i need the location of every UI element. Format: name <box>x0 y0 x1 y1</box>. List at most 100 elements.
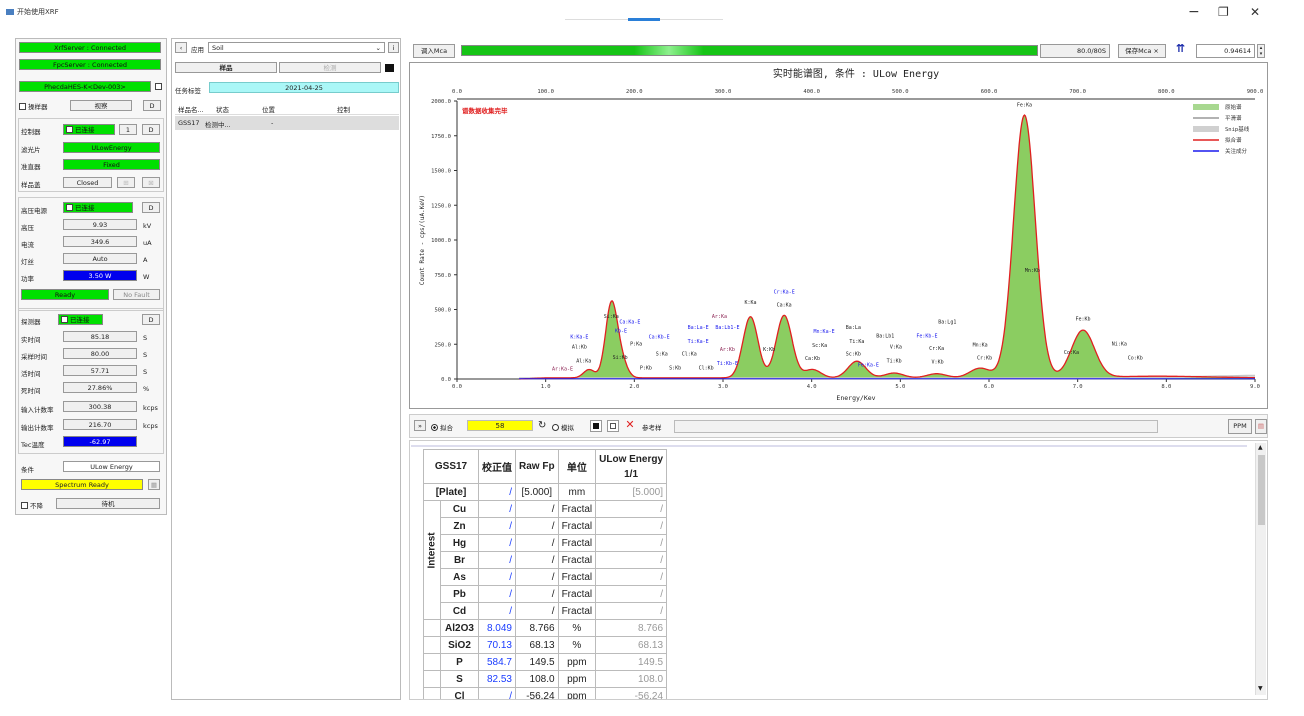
app-info-icon[interactable]: ⅰ <box>388 42 399 53</box>
chart-title: 实时能谱图, 条件 : ULow Energy <box>773 67 939 80</box>
table-row[interactable]: Hg / / Fractal / <box>424 534 668 552</box>
peak-label: K:Ka-E <box>570 335 588 341</box>
spectrum-icon[interactable]: ▦ <box>148 479 160 490</box>
expand-icon[interactable]: » <box>414 420 426 431</box>
corr-header: 校正值 <box>478 449 516 484</box>
col-control[interactable]: 控制 <box>337 104 350 114</box>
output-rate-label: 输出计数率 <box>21 424 54 432</box>
lid-close-button[interactable]: ⊠ <box>142 177 160 188</box>
reference-input[interactable] <box>674 420 1158 433</box>
peak-label: Si:Ka <box>604 314 619 320</box>
table-row[interactable]: Al2O3 8.049 8.766% 8.766 <box>423 619 668 637</box>
condition-value[interactable]: ULow Energy <box>63 461 160 472</box>
scale-input[interactable]: 0.94614 <box>1196 44 1255 58</box>
controller-1-button[interactable]: 1 <box>119 124 137 135</box>
table-row[interactable]: GSS17 检测中... - <box>175 116 399 130</box>
peak-label: Ba:Lb1 <box>876 333 894 339</box>
stop-icon[interactable] <box>385 64 394 72</box>
mode-sim-radio[interactable]: 模拟 <box>552 422 574 432</box>
save-mca-button[interactable]: 保存Mca × <box>1118 44 1166 58</box>
import-mca-button[interactable]: 调入Mca <box>413 44 455 58</box>
legend-label: 平滑谱 <box>1225 114 1242 122</box>
collimator-value[interactable]: Fixed <box>63 159 160 170</box>
table-ruler <box>411 445 1247 447</box>
export-icon[interactable]: ▤ <box>1255 419 1267 434</box>
sampler-label[interactable]: 操样器 <box>19 101 48 111</box>
peak-label: Mn:Kb <box>1025 268 1040 274</box>
x-tick-label: 8.0 <box>1161 384 1171 390</box>
x-tick-label: 2.0 <box>629 384 639 390</box>
table-row[interactable]: Pb / / Fractal / <box>424 585 668 603</box>
task-value[interactable]: 2021-04-25 <box>209 82 399 93</box>
standby-button[interactable]: 待机 <box>56 498 160 509</box>
lid-open-button[interactable]: ⊞ <box>117 177 135 188</box>
x-tick-label: 6.0 <box>984 384 994 390</box>
table-row[interactable]: Br / / Fractal / <box>424 551 668 569</box>
scroll-up-icon[interactable]: ▲ <box>1258 444 1263 451</box>
filter-value[interactable]: ULowEnergy <box>63 142 160 153</box>
tec-temp-label: Tec温度 <box>21 441 45 449</box>
collapse-left-icon[interactable]: ‹ <box>175 42 187 53</box>
peak-label: Si:Kb <box>613 355 628 361</box>
detector-label: 探测器 <box>21 318 41 326</box>
scale-spinner[interactable]: ▴ ▾ <box>1257 44 1265 58</box>
hv-voltage-label: 高压 <box>21 224 34 232</box>
peak-label: K:Ka <box>744 300 756 306</box>
table-row[interactable]: Interest Cu / / Fractal / <box>423 500 668 620</box>
peak-label: Cr:Ka <box>929 346 944 352</box>
results-scrollbar[interactable]: ▲ ▼ <box>1255 443 1266 695</box>
app-select[interactable]: Soil ⌄ <box>208 42 385 53</box>
ppm-button[interactable]: PPM <box>1228 419 1252 434</box>
y-tick-label: 1250.0 <box>431 203 451 209</box>
spectrum-chart[interactable]: 实时能谱图, 条件 : ULow Energy 0.0 100.0 200.0 300.… <box>410 63 1267 408</box>
peak-label: Co:Kb <box>1128 356 1143 362</box>
deadtime-unit: % <box>143 385 150 393</box>
fit-count[interactable]: 58 <box>467 420 533 431</box>
table-row[interactable]: Cd / / Fractal / <box>424 602 668 620</box>
tab-detect[interactable]: 检测 <box>279 62 381 73</box>
delete-icon[interactable]: ✕ <box>624 419 636 431</box>
progress-count: 80.0/80S <box>1040 44 1110 58</box>
hv-d-button[interactable]: D <box>142 202 160 213</box>
close-icon[interactable]: ✕ <box>1250 5 1260 19</box>
peak-label: Ti:Ka <box>849 339 864 345</box>
mode-fit-radio[interactable]: 拟合 <box>431 422 453 432</box>
chart-annotation: 谱数据收集完毕 <box>462 106 508 115</box>
table-row[interactable]: As / / Fractal / <box>424 568 668 586</box>
col-name[interactable]: 样品名... <box>178 104 204 114</box>
standby-checkbox[interactable]: 不降 <box>21 500 43 510</box>
table-row[interactable]: Zn / / Fractal / <box>424 517 668 535</box>
table-row[interactable]: P 584.7 149.5 ppm 149.5 <box>423 653 668 671</box>
restore-icon[interactable]: ❐ <box>1218 5 1229 19</box>
task-label: 任务标签 <box>175 87 201 95</box>
peak-label: V:Ka <box>890 344 902 350</box>
peak-label: Ti:Kb <box>887 358 902 364</box>
col-position[interactable]: 位置 <box>262 104 275 114</box>
y-tick-label: 1500.0 <box>431 169 451 175</box>
copy-icon[interactable] <box>607 420 619 432</box>
scroll-down-icon[interactable]: ▼ <box>1258 685 1263 692</box>
table-row[interactable]: Cl / -56.24 ppm -56.24 <box>423 687 668 699</box>
raw-spectrum-area <box>519 115 1255 379</box>
minimize-icon[interactable]: − <box>1188 4 1200 20</box>
stop-icon[interactable] <box>590 420 602 432</box>
sampler-view-button[interactable]: 视察 <box>70 100 132 111</box>
controller-d-button[interactable]: D <box>142 124 160 135</box>
peak-label: V:Kb <box>932 360 944 366</box>
table-row[interactable]: SiO2 70.13 68.13% 68.13 <box>423 636 668 654</box>
device-checkbox[interactable] <box>155 83 164 91</box>
scrollbar-thumb[interactable] <box>1258 455 1265 525</box>
col-status[interactable]: 状态 <box>216 104 229 114</box>
tab-sample[interactable]: 样品 <box>175 62 277 73</box>
peak-label: Ar:Kb <box>720 347 735 353</box>
device-selector[interactable]: PhecdaHES-K<Dev-003> <box>19 81 151 92</box>
detector-d-button[interactable]: D <box>142 314 160 325</box>
app-icon <box>6 9 14 15</box>
sampler-d-button[interactable]: D <box>143 100 161 111</box>
sort-arrows-icon[interactable]: ⇈ <box>1176 42 1185 55</box>
sampletime-unit: S <box>143 351 148 359</box>
table-row[interactable]: S 82.53 108.0 ppm 108.0 <box>423 670 668 688</box>
top-axis-tick-label: 300.0 <box>715 89 732 95</box>
refresh-icon[interactable]: ↻ <box>538 420 546 431</box>
table-row[interactable]: [Plate] / [5.000] mm [5.000] <box>423 483 668 501</box>
